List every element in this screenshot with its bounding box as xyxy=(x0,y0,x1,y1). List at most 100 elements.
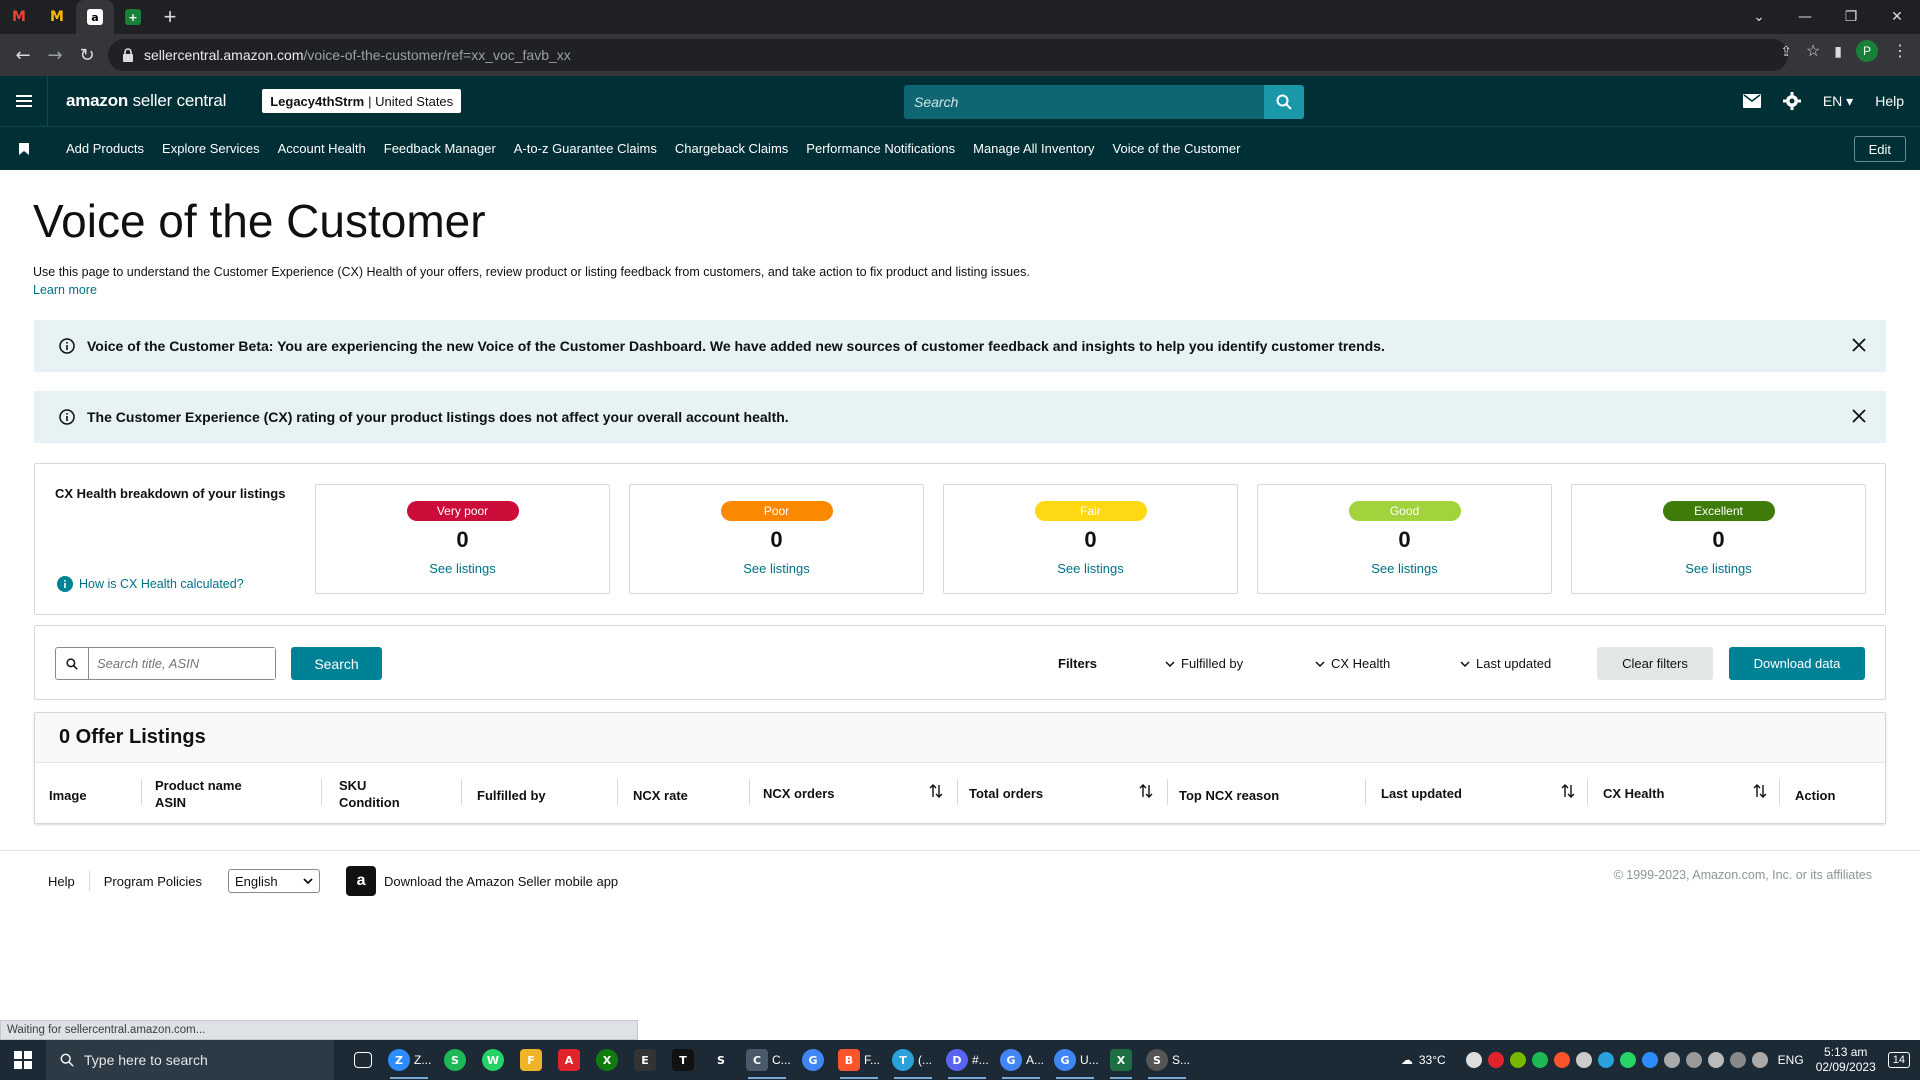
tray-volume-icon[interactable] xyxy=(1707,1052,1724,1068)
tray-zoom-icon[interactable] xyxy=(1641,1052,1658,1068)
side-panel-icon[interactable]: ▮ xyxy=(1834,43,1842,60)
reload-icon[interactable]: ↻ xyxy=(72,40,102,70)
header-search-button[interactable] xyxy=(1264,85,1304,119)
epic-app[interactable]: E xyxy=(626,1040,664,1080)
nav-performance-notifications[interactable]: Performance Notifications xyxy=(806,141,955,156)
nav-feedback-manager[interactable]: Feedback Manager xyxy=(384,141,496,156)
sort-icon[interactable] xyxy=(1139,783,1153,799)
amazon-seller-central-logo[interactable]: amazon seller central xyxy=(66,91,226,111)
menu-kebab-icon[interactable]: ⋮ xyxy=(1892,41,1908,61)
minimize-icon[interactable]: — xyxy=(1782,9,1828,25)
fulfilled-by-filter[interactable]: Fulfilled by xyxy=(1165,656,1243,671)
listing-search-button[interactable]: Search xyxy=(291,647,382,680)
cx-health-filter[interactable]: CX Health xyxy=(1315,656,1390,671)
nav-voice-of-customer[interactable]: Voice of the Customer xyxy=(1113,141,1241,156)
telegram-app[interactable]: T (... xyxy=(886,1040,940,1080)
nav-chargeback-claims[interactable]: Chargeback Claims xyxy=(675,141,788,156)
excel-app[interactable]: X xyxy=(1102,1040,1140,1080)
tray-wifi-icon[interactable] xyxy=(1751,1052,1768,1068)
discord-app[interactable]: D #... xyxy=(940,1040,994,1080)
col-sku[interactable]: SKU Condition xyxy=(339,777,400,811)
col-total-orders[interactable]: Total orders xyxy=(969,785,1043,802)
address-bar[interactable]: sellercentral.amazon.com/voice-of-the-cu… xyxy=(108,39,1788,71)
tray-amd-icon[interactable] xyxy=(1487,1052,1504,1068)
task-view-icon[interactable] xyxy=(344,1040,382,1080)
tray-mic-icon[interactable] xyxy=(1685,1052,1702,1068)
windows-start-icon[interactable] xyxy=(0,1040,46,1080)
nav-atoz-claims[interactable]: A-to-z Guarantee Claims xyxy=(514,141,657,156)
browser-tab-amazon[interactable]: a xyxy=(76,0,114,34)
calculator-app[interactable]: C C... xyxy=(740,1040,794,1080)
sort-icon[interactable] xyxy=(1753,783,1767,799)
clear-filters-button[interactable]: Clear filters xyxy=(1597,647,1713,680)
tray-telegram-icon[interactable] xyxy=(1597,1052,1614,1068)
profile-avatar[interactable]: P xyxy=(1856,40,1878,62)
tray-network-icon[interactable] xyxy=(1663,1052,1680,1068)
nav-explore-services[interactable]: Explore Services xyxy=(162,141,260,156)
mail-icon[interactable] xyxy=(1742,94,1761,108)
close-icon[interactable] xyxy=(1852,338,1866,352)
download-data-button[interactable]: Download data xyxy=(1729,647,1865,680)
restore-icon[interactable]: ❐ xyxy=(1828,9,1874,25)
whatsapp-app[interactable]: W xyxy=(474,1040,512,1080)
edit-nav-button[interactable]: Edit xyxy=(1853,136,1906,162)
see-listings-link[interactable]: See listings xyxy=(1258,561,1551,576)
bookmark-icon[interactable] xyxy=(0,142,48,155)
language-selector[interactable]: EN ▾ xyxy=(1823,93,1853,110)
tab-search-icon[interactable]: ⌄ xyxy=(1736,9,1782,25)
see-listings-link[interactable]: See listings xyxy=(1572,561,1865,576)
weather-icon[interactable]: ☁ xyxy=(1401,1053,1413,1067)
col-ncx-orders[interactable]: NCX orders xyxy=(763,785,835,802)
weather-temp[interactable]: 33°C xyxy=(1419,1053,1446,1067)
hamburger-menu-icon[interactable] xyxy=(0,76,48,126)
settings-gear-icon[interactable] xyxy=(1782,92,1801,110)
header-search-input[interactable] xyxy=(904,85,1264,119)
clock-app[interactable]: S S... xyxy=(1140,1040,1194,1080)
nav-manage-inventory[interactable]: Manage All Inventory xyxy=(973,141,1094,156)
browser-tab-sheets[interactable]: + xyxy=(114,0,152,34)
nav-add-products[interactable]: Add Products xyxy=(66,141,144,156)
tray-misc-icon[interactable] xyxy=(1575,1052,1592,1068)
browser-tab-gmail-2[interactable]: M xyxy=(38,0,76,34)
tray-chrome-icon[interactable] xyxy=(1465,1052,1482,1068)
amd-app[interactable]: A xyxy=(550,1040,588,1080)
close-icon[interactable] xyxy=(1852,409,1866,423)
taskbar-clock[interactable]: 5:13 am 02/09/2023 xyxy=(1816,1045,1876,1075)
browser-tab-gmail[interactable]: M xyxy=(0,0,38,34)
share-icon[interactable]: ⇪ xyxy=(1780,43,1792,60)
see-listings-link[interactable]: See listings xyxy=(316,561,609,576)
sort-icon[interactable] xyxy=(1561,783,1575,799)
nav-account-health[interactable]: Account Health xyxy=(278,141,366,156)
brave-app[interactable]: B F... xyxy=(832,1040,886,1080)
tray-spotify-icon[interactable] xyxy=(1531,1052,1548,1068)
amazon-app-icon[interactable]: a xyxy=(346,866,377,896)
see-listings-link[interactable]: See listings xyxy=(630,561,923,576)
chrome-app-2[interactable]: G A... xyxy=(994,1040,1048,1080)
bookmark-star-icon[interactable]: ☆ xyxy=(1806,41,1820,61)
tray-whatsapp-icon[interactable] xyxy=(1619,1052,1636,1068)
learn-more-link[interactable]: Learn more xyxy=(33,283,97,297)
download-app-link[interactable]: Download the Amazon Seller mobile app xyxy=(384,874,618,889)
listing-search-input[interactable] xyxy=(89,648,275,679)
last-updated-filter[interactable]: Last updated xyxy=(1460,656,1551,671)
col-cx-health[interactable]: CX Health xyxy=(1603,785,1664,802)
see-listings-link[interactable]: See listings xyxy=(944,561,1237,576)
explorer-app[interactable]: F xyxy=(512,1040,550,1080)
tiktok-app[interactable]: T xyxy=(664,1040,702,1080)
cx-health-help-link[interactable]: How is CX Health calculated? xyxy=(57,576,244,592)
col-last-updated[interactable]: Last updated xyxy=(1381,785,1462,802)
zoom-app[interactable]: Z Z... xyxy=(382,1040,436,1080)
spotify-app[interactable]: S xyxy=(436,1040,474,1080)
chrome-app-3[interactable]: G U... xyxy=(1048,1040,1102,1080)
notification-count[interactable]: 14 xyxy=(1887,1052,1910,1068)
sort-icon[interactable] xyxy=(929,783,943,799)
footer-language-select[interactable]: English xyxy=(228,869,321,893)
tray-brave-icon[interactable] xyxy=(1553,1052,1570,1068)
taskbar-search[interactable]: Type here to search xyxy=(46,1040,334,1080)
new-tab-button[interactable]: + xyxy=(152,4,188,30)
back-icon[interactable]: ← xyxy=(8,40,38,70)
chrome-app[interactable]: G xyxy=(794,1040,832,1080)
help-link[interactable]: Help xyxy=(1875,93,1904,109)
forward-icon[interactable]: → xyxy=(40,40,70,70)
input-language[interactable]: ENG xyxy=(1778,1053,1804,1067)
